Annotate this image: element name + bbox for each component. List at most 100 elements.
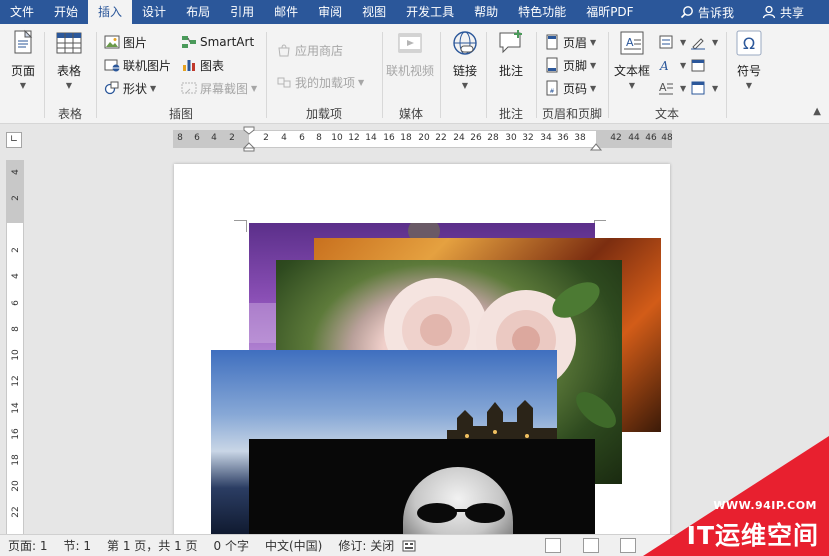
textbox-button[interactable]: A 文本框 ▼: [614, 28, 650, 90]
screenshot-button[interactable]: 屏幕截图 ▼: [181, 78, 257, 98]
dropcap-button[interactable]: A ▼: [658, 78, 686, 98]
status-section[interactable]: 节: 1: [64, 537, 92, 554]
tab-special[interactable]: 特色功能: [508, 0, 576, 24]
tab-references[interactable]: 引用: [220, 0, 264, 24]
chevron-down-icon: ▼: [628, 81, 636, 90]
date-time-button[interactable]: [690, 55, 709, 75]
right-indent-marker-icon[interactable]: [590, 143, 602, 151]
chart-button[interactable]: 图表: [181, 55, 224, 75]
online-picture-icon: [104, 59, 120, 72]
chevron-down-icon: ▼: [712, 83, 719, 93]
ruler-label: 14: [11, 402, 21, 414]
ruler-label: 2: [263, 133, 269, 143]
signature-line-button[interactable]: ▼: [690, 32, 718, 52]
collapse-ribbon-icon[interactable]: ▲: [813, 106, 821, 117]
tab-stop-selector[interactable]: ∟: [6, 132, 22, 148]
ruler-label: 46: [645, 133, 657, 143]
picture-label: 图片: [123, 35, 148, 50]
smartart-button[interactable]: SmartArt: [181, 32, 254, 52]
ruler-label: 28: [487, 133, 499, 143]
read-mode-button[interactable]: [545, 538, 561, 553]
ruler-label: 24: [453, 133, 465, 143]
status-page[interactable]: 页面: 1: [8, 537, 48, 554]
store-button[interactable]: 应用商店: [276, 40, 343, 60]
chevron-down-icon: ▼: [680, 60, 687, 70]
sunglasses-portrait-image[interactable]: [249, 439, 595, 534]
ruler-label: 8: [11, 326, 21, 332]
tab-foxit-pdf[interactable]: 福昕PDF: [576, 0, 643, 24]
shapes-icon: [104, 81, 119, 95]
object-icon: [691, 81, 705, 95]
quick-parts-button[interactable]: ▼: [658, 32, 686, 52]
table-button[interactable]: 表格 ▼: [54, 28, 84, 90]
chevron-down-icon: ▼: [712, 37, 719, 47]
dropcap-icon: A: [659, 81, 673, 95]
tab-insert[interactable]: 插入: [88, 0, 133, 24]
tab-developer[interactable]: 开发工具: [396, 0, 464, 24]
comment-icon: [499, 30, 522, 54]
object-button[interactable]: ▼: [690, 78, 718, 98]
page-number-button[interactable]: # 页码 ▼: [544, 78, 596, 98]
pages-button[interactable]: 页面 ▼: [8, 28, 38, 90]
tab-file[interactable]: 文件: [0, 0, 44, 24]
status-word-count[interactable]: 0 个字: [214, 537, 249, 554]
group-separator: [726, 32, 727, 118]
smartart-icon: [182, 36, 196, 48]
textbox-label: 文本框: [614, 64, 651, 78]
macro-record-icon[interactable]: [402, 539, 416, 553]
my-addins-button[interactable]: 我的加载项 ▼: [276, 72, 364, 92]
shapes-label: 形状: [123, 81, 148, 96]
horizontal-ruler-zone: ∟ 8 6 4 2 2 4 6 8 10 12 14 16 18 20 22 2…: [0, 124, 829, 154]
calendar-icon: [691, 59, 705, 72]
status-language[interactable]: 中文(中国): [265, 537, 322, 554]
tab-layout[interactable]: 布局: [176, 0, 220, 24]
indent-marker-icon[interactable]: [243, 126, 255, 152]
chevron-down-icon: ▼: [461, 81, 469, 90]
status-page-count[interactable]: 第 1 页，共 1 页: [107, 537, 198, 554]
footer-button[interactable]: 页脚 ▼: [544, 55, 596, 75]
tab-help[interactable]: 帮助: [464, 0, 508, 24]
ruler-label: 6: [11, 300, 21, 306]
vertical-ruler[interactable]: 4 2 2 4 6 8 10 12 14 16 18 20 22: [6, 160, 24, 536]
tab-review[interactable]: 审阅: [308, 0, 352, 24]
picture-button[interactable]: 图片: [104, 32, 147, 52]
share-button[interactable]: 共享: [762, 0, 804, 24]
tell-me-search[interactable]: 告诉我: [680, 0, 734, 24]
tab-design[interactable]: 设计: [132, 0, 176, 24]
svg-text:Ω: Ω: [743, 34, 755, 53]
ruler-label: 20: [418, 133, 430, 143]
header-button[interactable]: 页眉 ▼: [544, 32, 596, 52]
ruler-label: 4: [11, 273, 21, 279]
tab-home[interactable]: 开始: [44, 0, 88, 24]
online-picture-button[interactable]: 联机图片: [104, 55, 171, 75]
person-icon: [762, 5, 776, 19]
page-number-label: 页码: [563, 81, 588, 96]
tab-mailings[interactable]: 邮件: [264, 0, 308, 24]
online-video-label: 联机视频: [386, 64, 435, 78]
symbol-button[interactable]: Ω 符号 ▼: [734, 28, 764, 90]
my-addins-label: 我的加载项: [295, 75, 356, 90]
comment-button[interactable]: 批注: [496, 28, 526, 79]
ribbon-tab-bar: 文件 开始 插入 设计 布局 引用 邮件 审阅 视图 开发工具 帮助 特色功能 …: [0, 0, 829, 24]
links-button[interactable]: 链接 ▼: [450, 28, 480, 90]
ruler-label: 32: [522, 133, 534, 143]
chevron-down-icon: ▼: [590, 37, 597, 47]
wordart-icon: A: [659, 59, 669, 73]
wordart-button[interactable]: A ▼: [658, 55, 686, 75]
chevron-down-icon: ▼: [590, 60, 597, 70]
group-label-illustrations: 插图: [168, 107, 193, 121]
ribbon: 页面 ▼ 表格 ▼ 表格 图片 联机图片 形状 ▼ SmartArt 图表 屏幕…: [0, 24, 829, 124]
horizontal-ruler[interactable]: 8 6 4 2 2 4 6 8 10 12 14 16 18 20 22 24 …: [173, 126, 673, 152]
tab-view[interactable]: 视图: [352, 0, 396, 24]
online-video-button[interactable]: 联机视频: [386, 28, 434, 79]
shapes-button[interactable]: 形状 ▼: [104, 78, 156, 98]
pages-label: 页面: [10, 64, 35, 78]
chevron-down-icon: ▼: [358, 77, 365, 87]
chevron-down-icon: ▼: [251, 83, 258, 93]
sunglasses-art: [417, 503, 505, 523]
web-layout-button[interactable]: [620, 538, 636, 553]
group-label-comments: 批注: [498, 107, 523, 121]
status-track-changes[interactable]: 修订: 关闭: [338, 537, 394, 554]
chevron-down-icon: ▼: [65, 81, 73, 90]
print-layout-button[interactable]: [583, 538, 599, 553]
